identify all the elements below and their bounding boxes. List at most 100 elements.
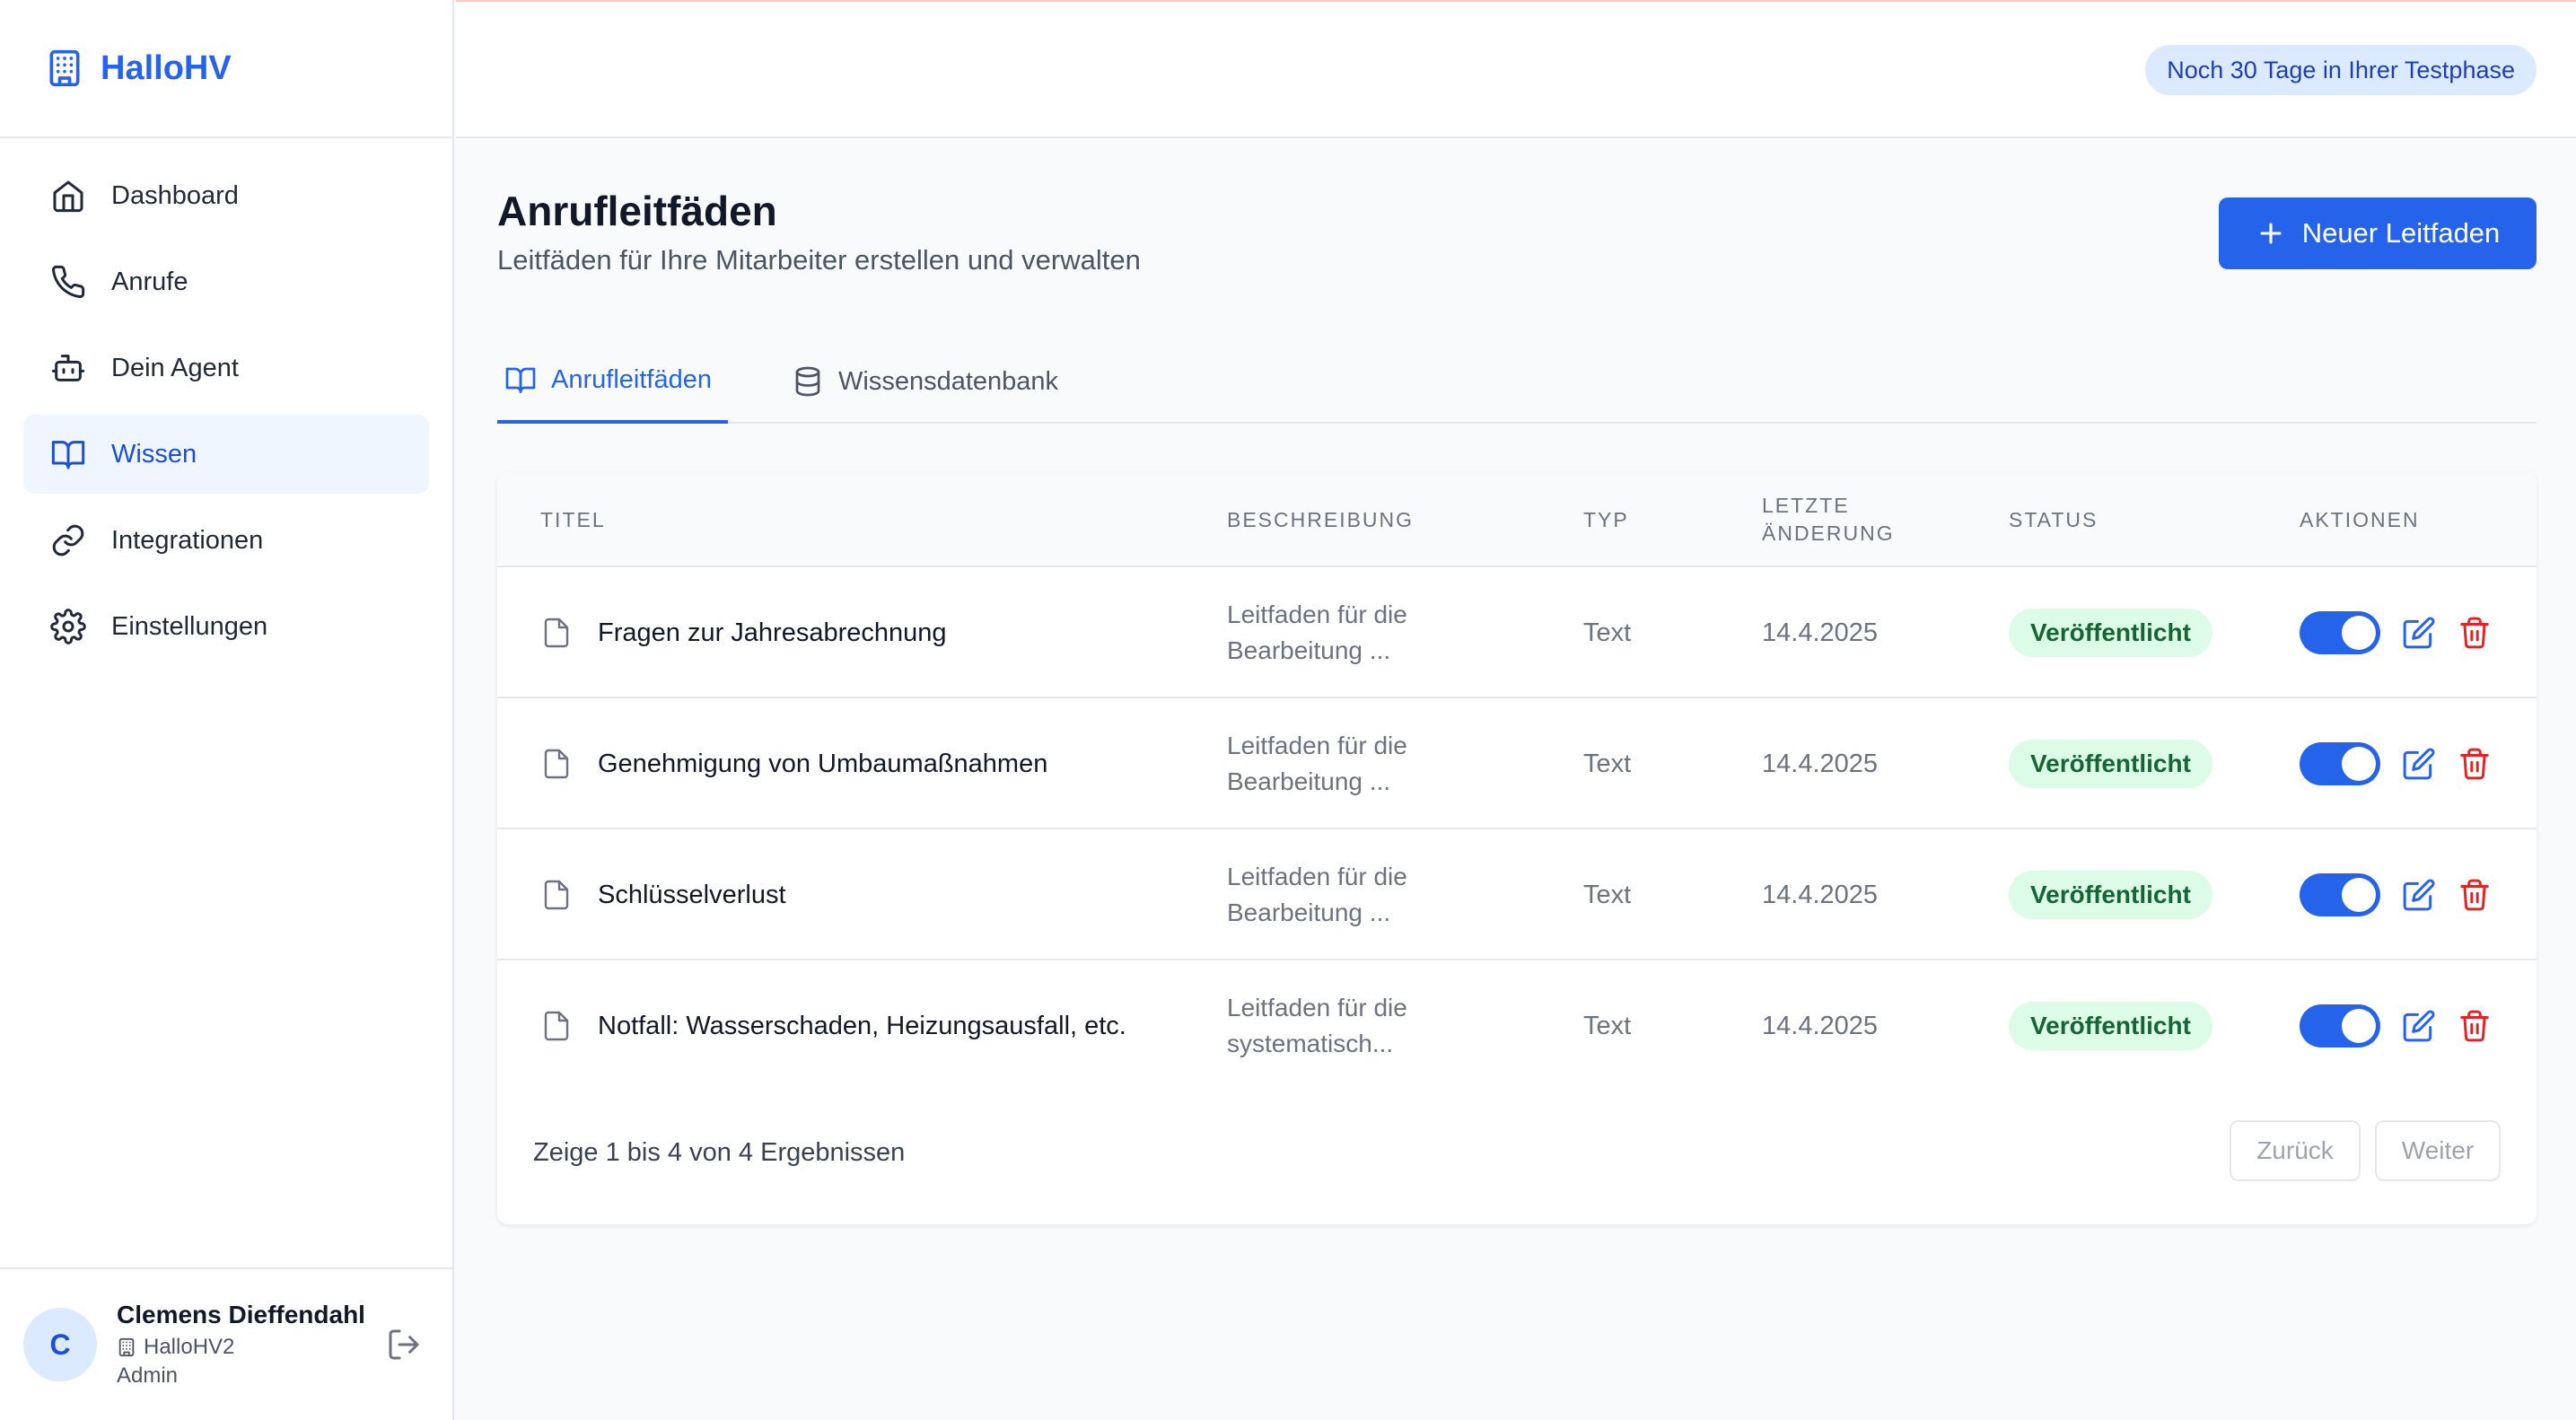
plus-icon bbox=[2256, 218, 2302, 249]
row-type: Text bbox=[1583, 749, 1632, 778]
row-date: 14.4.2025 bbox=[1762, 618, 1879, 647]
trash-icon[interactable] bbox=[2458, 1009, 2492, 1043]
column-header-type: Typ bbox=[1583, 507, 1629, 531]
sidebar-item-label: Integrationen bbox=[111, 525, 264, 555]
toggle-knob bbox=[2342, 747, 2376, 781]
page-title: Anrufleitfäden bbox=[497, 188, 777, 234]
new-guide-button[interactable]: Neuer Leitfaden bbox=[2219, 197, 2537, 269]
row-actions bbox=[2300, 960, 2492, 1091]
tab-anrufleitfaeden[interactable]: Anrufleitfäden bbox=[497, 339, 728, 424]
row-title-text: Schlüsselverlust bbox=[598, 880, 786, 909]
logo[interactable]: HalloHV bbox=[0, 0, 452, 138]
trash-icon[interactable] bbox=[2458, 747, 2492, 781]
sidebar-item-anrufe[interactable]: Anrufe bbox=[23, 242, 429, 321]
next-page-button[interactable]: Weiter bbox=[2375, 1120, 2501, 1181]
sidebar-item-agent[interactable]: Dein Agent bbox=[23, 329, 429, 408]
table-row: Genehmigung von Umbaumaßnahmen Leitfaden… bbox=[497, 698, 2537, 829]
status-badge: Veröffentlicht bbox=[2009, 740, 2212, 788]
sidebar-item-label: Dashboard bbox=[111, 180, 239, 210]
row-status: Veröffentlicht bbox=[2009, 960, 2212, 1091]
sidebar-item-label: Wissen bbox=[111, 439, 197, 469]
phone-icon bbox=[50, 264, 86, 300]
row-status: Veröffentlicht bbox=[2009, 567, 2212, 698]
desc-line: Leitfaden für die bbox=[1227, 732, 1407, 759]
table-row: Notfall: Wasserschaden, Heizungsausfall,… bbox=[497, 960, 2537, 1091]
tab-wissensdatenbank[interactable]: Wissensdatenbank bbox=[792, 339, 1058, 424]
desc-line: Bearbeitung ... bbox=[1227, 636, 1391, 664]
sidebar-item-label: Dein Agent bbox=[111, 353, 239, 382]
row-title[interactable]: Fragen zur Jahresabrechnung bbox=[540, 567, 947, 698]
gear-icon bbox=[50, 609, 86, 644]
desc-line: Bearbeitung ... bbox=[1227, 898, 1391, 926]
book-icon bbox=[50, 436, 86, 472]
link-icon bbox=[50, 522, 86, 558]
sidebar: HalloHV Dashboard Anrufe Dein Agent Wiss… bbox=[0, 0, 454, 1420]
sidebar-nav: Dashboard Anrufe Dein Agent Wissen Integ… bbox=[0, 138, 452, 691]
user-name: Clemens Dieffendahl bbox=[117, 1301, 365, 1328]
desc-line: Leitfaden für die bbox=[1227, 994, 1407, 1021]
row-date: 14.4.2025 bbox=[1762, 749, 1879, 778]
user-panel: C Clemens Dieffendahl HalloHV2 Admin bbox=[0, 1267, 452, 1420]
trial-badge: Noch 30 Tage in Ihrer Testphase bbox=[2145, 45, 2537, 95]
file-icon bbox=[540, 877, 598, 913]
row-status: Veröffentlicht bbox=[2009, 829, 2212, 960]
building-icon bbox=[45, 48, 84, 89]
tab-label: Anrufleitfäden bbox=[551, 364, 712, 394]
row-description: Leitfaden für die systematisch... bbox=[1227, 960, 1478, 1091]
row-type: Text bbox=[1583, 618, 1632, 647]
user-org-name: HalloHV2 bbox=[144, 1335, 235, 1359]
sidebar-item-label: Einstellungen bbox=[111, 611, 268, 641]
sidebar-item-wissen[interactable]: Wissen bbox=[23, 415, 429, 494]
column-header-changed: Letzte Änderung bbox=[1762, 494, 1895, 545]
column-header-actions: Aktionen bbox=[2300, 507, 2420, 531]
publish-toggle[interactable] bbox=[2300, 742, 2380, 785]
row-title-text: Fragen zur Jahresabrechnung bbox=[598, 618, 947, 647]
app-name: HalloHV bbox=[101, 48, 232, 87]
page-subtitle: Leitfäden für Ihre Mitarbeiter erstellen… bbox=[497, 244, 1141, 276]
row-status: Veröffentlicht bbox=[2009, 698, 2212, 829]
avatar: C bbox=[23, 1308, 97, 1381]
desc-line: systematisch... bbox=[1227, 1030, 1394, 1057]
table-row: Schlüsselverlust Leitfaden für die Bearbe… bbox=[497, 829, 2537, 960]
row-title-text: Notfall: Wasserschaden, Heizungsausfall,… bbox=[598, 1011, 1126, 1040]
new-guide-label: Neuer Leitfaden bbox=[2301, 217, 2501, 249]
user-info: Clemens Dieffendahl HalloHV2 Admin bbox=[117, 1301, 386, 1389]
desc-line: Leitfaden für die bbox=[1227, 600, 1407, 628]
file-icon bbox=[540, 746, 598, 782]
row-date: 14.4.2025 bbox=[1762, 880, 1879, 909]
sidebar-item-dashboard[interactable]: Dashboard bbox=[23, 156, 429, 235]
trash-icon[interactable] bbox=[2458, 616, 2492, 650]
publish-toggle[interactable] bbox=[2300, 873, 2380, 916]
row-description: Leitfaden für die Bearbeitung ... bbox=[1227, 567, 1478, 698]
user-org: HalloHV2 bbox=[117, 1335, 386, 1360]
edit-icon[interactable] bbox=[2402, 878, 2436, 912]
edit-icon[interactable] bbox=[2402, 616, 2436, 650]
home-icon bbox=[50, 178, 86, 214]
row-title[interactable]: Notfall: Wasserschaden, Heizungsausfall,… bbox=[540, 960, 1126, 1091]
row-actions bbox=[2300, 567, 2492, 698]
prev-page-button[interactable]: Zurück bbox=[2230, 1120, 2361, 1181]
building-icon bbox=[117, 1337, 144, 1357]
column-header-title: Titel bbox=[540, 507, 606, 531]
file-icon bbox=[540, 1008, 598, 1044]
guides-table: Titel Beschreibung Typ Letzte Änderung S… bbox=[497, 472, 2537, 1224]
edit-icon[interactable] bbox=[2402, 747, 2436, 781]
row-actions bbox=[2300, 829, 2492, 960]
desc-line: Leitfaden für die bbox=[1227, 863, 1407, 890]
sidebar-item-label: Anrufe bbox=[111, 267, 188, 296]
desc-line: Bearbeitung ... bbox=[1227, 767, 1391, 795]
row-type: Text bbox=[1583, 880, 1632, 909]
table-header: Titel Beschreibung Typ Letzte Änderung S… bbox=[497, 472, 2537, 567]
column-header-status: Status bbox=[2009, 507, 2098, 531]
logout-icon[interactable] bbox=[386, 1327, 422, 1363]
trash-icon[interactable] bbox=[2458, 878, 2492, 912]
row-title[interactable]: Schlüsselverlust bbox=[540, 829, 786, 960]
row-description: Leitfaden für die Bearbeitung ... bbox=[1227, 698, 1478, 829]
row-title[interactable]: Genehmigung von Umbaumaßnahmen bbox=[540, 698, 1047, 829]
column-header-description: Beschreibung bbox=[1227, 507, 1415, 531]
publish-toggle[interactable] bbox=[2300, 611, 2380, 654]
sidebar-item-integrationen[interactable]: Integrationen bbox=[23, 501, 429, 580]
sidebar-item-einstellungen[interactable]: Einstellungen bbox=[23, 587, 429, 666]
edit-icon[interactable] bbox=[2402, 1009, 2436, 1043]
publish-toggle[interactable] bbox=[2300, 1004, 2380, 1047]
